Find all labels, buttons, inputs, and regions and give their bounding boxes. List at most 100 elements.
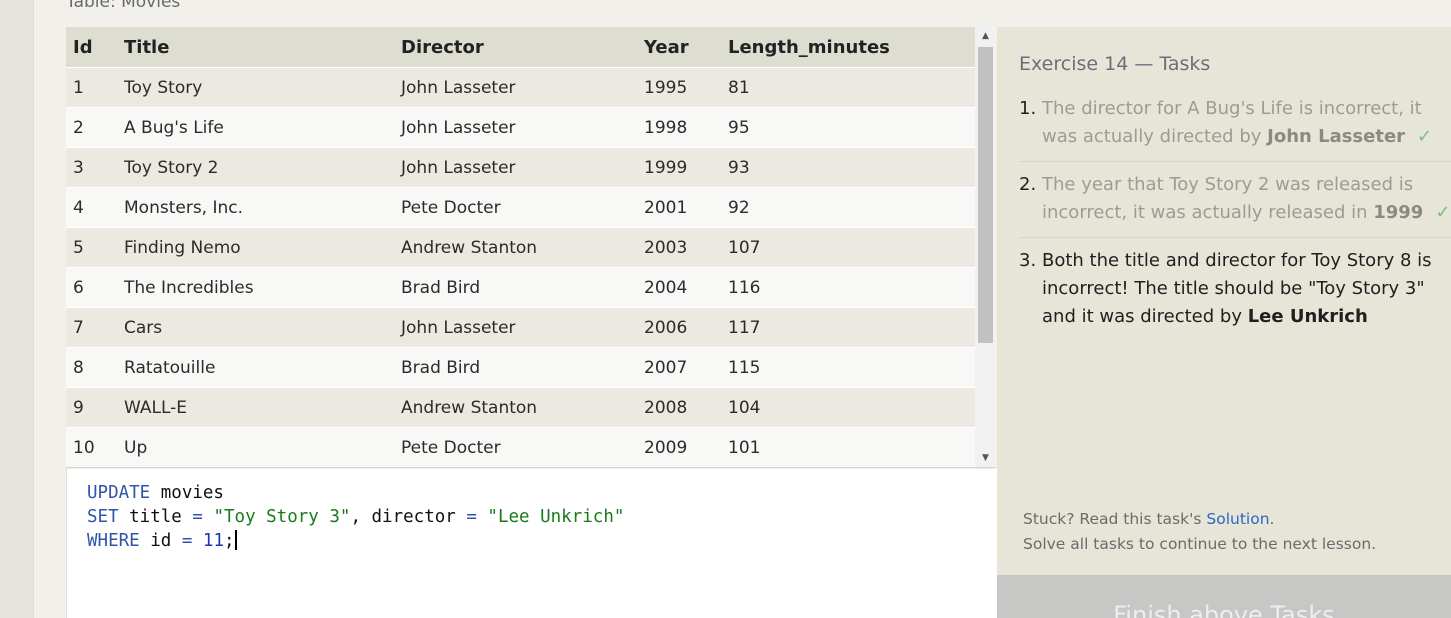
- code-line-1: UPDATE movies: [87, 483, 224, 503]
- cell-id: 4: [66, 187, 117, 228]
- task-text: Both the title and director for Toy Stor…: [1042, 250, 1432, 327]
- solution-link[interactable]: Solution: [1206, 510, 1269, 528]
- task-bold-text: Lee Unkrich: [1247, 306, 1368, 327]
- table-scrollbar[interactable]: ▲ ▼: [975, 27, 996, 467]
- cell-id: 5: [66, 227, 117, 268]
- cell-director: Andrew Stanton: [394, 387, 637, 428]
- cell-year: 2008: [637, 387, 721, 428]
- cell-director: Pete Docter: [394, 427, 637, 467]
- code-number: 11: [192, 531, 224, 551]
- cell-title: Ratatouille: [117, 347, 394, 388]
- cell-length: 117: [721, 307, 975, 348]
- sql-query-editor[interactable]: UPDATE movies SET title = "Toy Story 3",…: [66, 469, 997, 618]
- finish-tasks-button[interactable]: Finish above Tasks: [997, 575, 1451, 618]
- cell-id: 6: [66, 267, 117, 308]
- cell-title: Finding Nemo: [117, 227, 394, 268]
- help-suffix: .: [1269, 510, 1275, 528]
- cell-title: Up: [117, 427, 394, 467]
- cell-id: 1: [66, 67, 117, 108]
- code-string: "Lee Unkrich": [476, 507, 625, 527]
- task-item: 1. The director for A Bug's Life is inco…: [1019, 95, 1451, 162]
- cell-id: 3: [66, 147, 117, 188]
- cell-year: 2007: [637, 347, 721, 388]
- task-list: 1. The director for A Bug's Life is inco…: [1019, 95, 1451, 350]
- cell-director: John Lasseter: [394, 307, 637, 348]
- scroll-up-arrow-icon[interactable]: ▲: [975, 27, 996, 45]
- table-row: 2 A Bug's Life John Lasseter 1998 95: [66, 107, 975, 148]
- cell-title: WALL-E: [117, 387, 394, 428]
- movies-table-container[interactable]: Id Title Director Year Length_minutes 1 …: [66, 27, 996, 468]
- tasks-panel: Exercise 14 — Tasks 1. The director for …: [997, 27, 1451, 575]
- column-header-director: Director: [394, 27, 637, 68]
- table-row: 7 Cars John Lasseter 2006 117: [66, 307, 975, 348]
- table-row: 5 Finding Nemo Andrew Stanton 2003 107: [66, 227, 975, 268]
- code-string: "Toy Story 3": [202, 507, 351, 527]
- task-number: 1.: [1019, 98, 1037, 119]
- help-line-2: Solve all tasks to continue to the next …: [1023, 535, 1377, 553]
- cell-year: 1999: [637, 147, 721, 188]
- text-cursor: [234, 530, 237, 550]
- cell-director: Brad Bird: [394, 347, 637, 388]
- table-row: 4 Monsters, Inc. Pete Docter 2001 92: [66, 187, 975, 228]
- cell-director: Pete Docter: [394, 187, 637, 228]
- task-text: The year that Toy Story 2 was released i…: [1042, 174, 1414, 223]
- code-text: movies: [150, 483, 224, 503]
- cell-director: John Lasseter: [394, 67, 637, 108]
- column-header-title: Title: [117, 27, 394, 68]
- page-left-gutter: [0, 0, 34, 618]
- cell-id: 7: [66, 307, 117, 348]
- table-row: 8 Ratatouille Brad Bird 2007 115: [66, 347, 975, 388]
- cell-year: 2001: [637, 187, 721, 228]
- task-number: 3.: [1019, 250, 1037, 271]
- cell-length: 116: [721, 267, 975, 308]
- scroll-thumb[interactable]: [978, 47, 993, 343]
- keyword-update: UPDATE: [87, 483, 151, 503]
- cell-length: 104: [721, 387, 975, 428]
- cell-title: Cars: [117, 307, 394, 348]
- panel-title: Exercise 14 — Tasks: [1019, 53, 1211, 75]
- checkmark-icon: ✓: [1435, 202, 1451, 223]
- task-bold-text: 1999: [1373, 202, 1424, 223]
- keyword-set: SET: [87, 507, 119, 527]
- table-row: 3 Toy Story 2 John Lasseter 1999 93: [66, 147, 975, 188]
- cell-year: 1998: [637, 107, 721, 148]
- column-header-id: Id: [66, 27, 117, 68]
- code-operator: =: [181, 531, 193, 551]
- cell-director: Brad Bird: [394, 267, 637, 308]
- table-header-row: Id Title Director Year Length_minutes: [66, 27, 975, 68]
- cell-length: 115: [721, 347, 975, 388]
- table-row: 9 WALL-E Andrew Stanton 2008 104: [66, 387, 975, 428]
- cell-length: 95: [721, 107, 975, 148]
- scroll-down-arrow-icon[interactable]: ▼: [975, 449, 996, 467]
- cell-id: 8: [66, 347, 117, 388]
- cell-length: 101: [721, 427, 975, 467]
- cell-title: The Incredibles: [117, 267, 394, 308]
- cell-id: 10: [66, 427, 117, 467]
- code-text: , director: [350, 507, 467, 527]
- code-line-2: SET title = "Toy Story 3", director = "L…: [87, 507, 624, 527]
- cell-year: 1995: [637, 67, 721, 108]
- code-operator: =: [466, 507, 477, 527]
- cell-director: John Lasseter: [394, 147, 637, 188]
- cell-year: 2009: [637, 427, 721, 467]
- cell-title: A Bug's Life: [117, 107, 394, 148]
- sql-code: UPDATE movies SET title = "Toy Story 3",…: [87, 481, 624, 553]
- code-operator: =: [192, 507, 203, 527]
- column-header-year: Year: [637, 27, 721, 68]
- cell-id: 2: [66, 107, 117, 148]
- cell-length: 81: [721, 67, 975, 108]
- cell-title: Toy Story 2: [117, 147, 394, 188]
- help-prefix: Stuck? Read this task's: [1023, 510, 1207, 528]
- table-caption: Table: Movies: [66, 0, 181, 12]
- cell-year: 2003: [637, 227, 721, 268]
- table-row: 6 The Incredibles Brad Bird 2004 116: [66, 267, 975, 308]
- cell-id: 9: [66, 387, 117, 428]
- column-header-length: Length_minutes: [721, 27, 975, 68]
- code-text: title: [118, 507, 193, 527]
- code-line-3: WHERE id = 11;: [87, 530, 237, 551]
- cell-year: 2006: [637, 307, 721, 348]
- task-bold-text: John Lasseter: [1267, 126, 1406, 147]
- cell-length: 107: [721, 227, 975, 268]
- task-item: 3. Both the title and director for Toy S…: [1019, 247, 1451, 341]
- table-row: 1 Toy Story John Lasseter 1995 81: [66, 67, 975, 108]
